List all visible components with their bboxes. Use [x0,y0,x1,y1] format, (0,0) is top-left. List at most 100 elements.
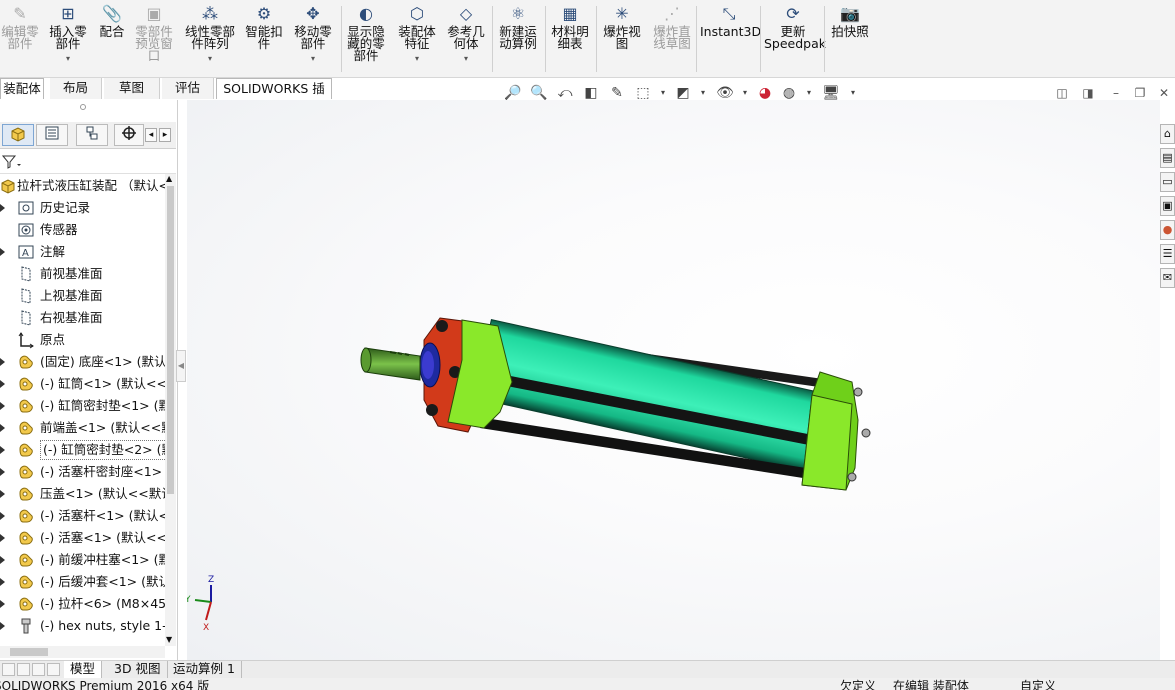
view-settings-dropdown-icon[interactable]: ▾ [843,83,863,103]
new-motion-study-button[interactable]: ⚛ 新建运 动算例 [496,4,540,74]
tab-evaluate[interactable]: 评估 [162,78,214,99]
tree-item[interactable]: 原点 [0,330,165,350]
restore-icon[interactable]: ❐ [1132,85,1148,101]
dropdown-arrow-icon[interactable]: ▾ [444,53,488,65]
apply-scene-icon[interactable]: ◍ [779,83,799,103]
tree-item[interactable]: 压盖<1> (默认<<默认 [0,484,165,504]
appearances-scenes-icon[interactable]: ● [1160,220,1175,240]
tree-item[interactable]: (-) 活塞杆密封座<1> ( [0,462,165,482]
move-component-button[interactable]: ✥ 移动零 部件 ▾ [290,4,336,74]
show-hidden-button[interactable]: ◐ 显示隐 藏的零 部件 [344,4,388,74]
tile-right-icon[interactable]: ◨ [1080,85,1096,101]
dropdown-arrow-icon[interactable]: ▾ [182,53,238,65]
graphics-area[interactable]: Z Y X [187,100,1160,660]
hide-show-items-icon[interactable]: 👁 [715,83,735,103]
close-icon[interactable]: ✕ [1156,85,1172,101]
tree-root-assembly[interactable]: 拉杆式液压缸装配 （默认<显 [0,176,165,196]
tab-layout[interactable]: 布局 [50,78,102,99]
bom-button[interactable]: ▦ 材料明 细表 [548,4,592,74]
display-style-dropdown-icon[interactable]: ▾ [693,83,713,103]
filter-icon[interactable] [2,155,22,169]
linear-pattern-button[interactable]: ⁂ 线性零部 件阵列 ▾ [182,4,238,74]
expand-arrow-icon[interactable] [0,556,5,564]
tree-item[interactable]: (-) 缸筒密封垫<2> (默 [0,440,165,460]
tab-3d-view[interactable]: 3D 视图 [108,661,168,678]
property-manager-tab-icon[interactable] [36,124,68,146]
apply-scene-dropdown-icon[interactable]: ▾ [799,83,819,103]
expand-arrow-icon[interactable] [0,578,5,586]
smart-fasteners-button[interactable]: ⚙ 智能扣 件 [242,4,286,74]
custom-properties-icon[interactable]: ☰ [1160,244,1175,264]
tile-left-icon[interactable]: ◫ [1054,85,1070,101]
exploded-view-button[interactable]: ✳ 爆炸视 图 [600,4,644,74]
instant3d-button[interactable]: ⤡ Instant3D [700,4,761,74]
edit-appearance-icon[interactable]: ◕ [755,83,775,103]
expand-arrow-icon[interactable] [0,446,5,454]
expand-arrow-icon[interactable] [0,204,5,212]
view-settings-icon[interactable]: 🖥 [821,83,841,103]
zoom-to-fit-icon[interactable]: 🔎 [503,83,523,103]
next-tab-icon[interactable] [32,663,45,676]
tabs-scroll-left-icon[interactable]: ◂ [145,128,157,142]
edit-part-button[interactable]: ✎ 编辑零 部件 [0,4,40,74]
mate-button[interactable]: 📎 配合 [96,4,128,74]
expand-arrow-icon[interactable] [0,358,5,366]
tree-item[interactable]: (-) 拉杆<6> (M8×450 [0,594,165,614]
tree-item[interactable]: (-) 缸筒<1> (默认<<默 [0,374,165,394]
update-speedpak-button[interactable]: ⟳ 更新 Speedpak [764,4,826,74]
dynamic-annotation-icon[interactable]: ✎ [607,83,627,103]
tab-sketch[interactable]: 草图 [104,78,160,99]
tabs-scroll-right-icon[interactable]: ▸ [159,128,171,142]
section-view-icon[interactable]: ◧ [581,83,601,103]
design-library-icon[interactable]: ▤ [1160,148,1175,168]
expand-arrow-icon[interactable] [0,468,5,476]
view-orientation-dropdown-icon[interactable]: ▾ [653,83,673,103]
tree-item[interactable]: 前端盖<1> (默认<<默 [0,418,165,438]
insert-component-button[interactable]: ⊞ 插入零 部件 ▾ [46,4,90,74]
dropdown-arrow-icon[interactable]: ▾ [290,53,336,65]
hide-show-dropdown-icon[interactable]: ▾ [735,83,755,103]
zoom-to-area-icon[interactable]: 🔍 [529,83,549,103]
expand-arrow-icon[interactable] [0,600,5,608]
expand-arrow-icon[interactable] [0,490,5,498]
tab-motion-study[interactable]: 运动算例 1 [167,661,242,678]
tree-item[interactable]: (-) 活塞<1> (默认<<默 [0,528,165,548]
tree-vertical-scrollbar[interactable]: ▲ ▼ [165,174,176,646]
tree-item[interactable]: A 注解 [0,242,165,262]
solidworks-resources-icon[interactable]: ⌂ [1160,124,1175,144]
view-orientation-icon[interactable]: ⬚ [633,83,653,103]
previous-view-icon[interactable]: ⤺ [555,83,575,103]
panel-grip-icon[interactable] [80,104,86,110]
file-explorer-icon[interactable]: ▭ [1160,172,1175,192]
forum-icon[interactable]: ✉ [1160,268,1175,288]
tree-item[interactable]: (固定) 底座<1> (默认<< [0,352,165,372]
tree-item[interactable]: 前视基准面 [0,264,165,284]
minimize-icon[interactable]: – [1108,85,1124,101]
explode-line-sketch-button[interactable]: ⋰ 爆炸直 线草图 [650,4,694,74]
tree-item[interactable]: 上视基准面 [0,286,165,306]
tree-filter[interactable] [0,150,176,174]
dim-xpert-tab-icon[interactable] [114,124,144,146]
tab-model[interactable]: 模型 [64,661,103,678]
last-tab-icon[interactable] [47,663,60,676]
hscroll-thumb[interactable] [10,648,48,656]
expand-arrow-icon[interactable] [0,380,5,388]
assembly-feature-button[interactable]: ⬡ 装配体 特征 ▾ [396,4,438,74]
hydraulic-cylinder-model[interactable]: Z Y X [187,100,1160,660]
expand-arrow-icon[interactable] [0,248,5,256]
display-style-icon[interactable]: ◩ [673,83,693,103]
expand-arrow-icon[interactable] [0,534,5,542]
configuration-manager-tab-icon[interactable] [76,124,108,146]
expand-arrow-icon[interactable] [0,512,5,520]
first-tab-icon[interactable] [2,663,15,676]
tab-solidworks-addins[interactable]: SOLIDWORKS 插件 [216,78,332,116]
scroll-thumb[interactable] [167,186,174,494]
tree-item[interactable]: (-) hex nuts, style 1-g [0,616,165,636]
tree-horizontal-scrollbar[interactable] [0,646,165,658]
component-preview-button[interactable]: ▣ 零部件 预览窗 口 [132,4,176,74]
dropdown-arrow-icon[interactable]: ▾ [396,53,438,65]
dropdown-arrow-icon[interactable]: ▾ [46,53,90,65]
tab-assembly[interactable]: 装配体 [0,78,44,99]
scroll-up-icon[interactable]: ▲ [166,174,172,183]
status-units[interactable]: 自定义 [1020,680,1056,690]
